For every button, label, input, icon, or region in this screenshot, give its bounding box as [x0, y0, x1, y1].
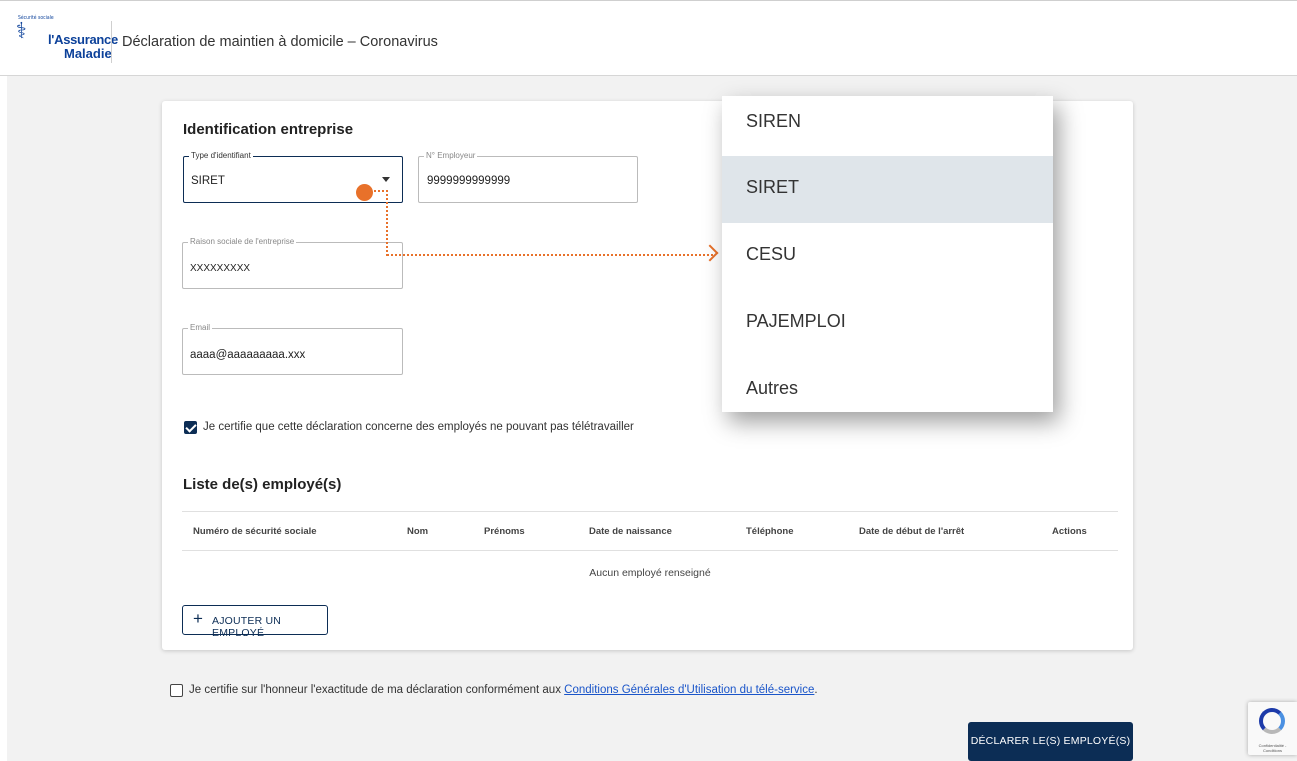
type-identifiant-value: SIRET — [191, 175, 225, 187]
type-identifiant-label: Type d'identifiant — [189, 151, 253, 160]
col-actions: Actions — [1052, 526, 1087, 537]
chevron-down-icon[interactable] — [382, 177, 390, 182]
email-field[interactable]: Email aaaa@aaaaaaaaa.xxx — [182, 323, 403, 375]
annotation-line — [387, 254, 713, 256]
option-cesu[interactable]: CESU — [722, 223, 1053, 289]
col-telephone: Téléphone — [746, 526, 794, 537]
honor-text: Je certifie sur l'honneur l'exactitude d… — [189, 684, 565, 696]
email-label: Email — [188, 323, 213, 332]
submit-button[interactable]: DÉCLARER LE(S) EMPLOYÉ(S) — [968, 722, 1133, 761]
recaptcha-icon — [1259, 708, 1285, 734]
recaptcha-badge[interactable]: Confidentialité - Conditions — [1248, 702, 1297, 755]
col-nom: Nom — [407, 526, 429, 537]
honor-checkbox[interactable] — [170, 684, 183, 697]
col-prenoms: Prénoms — [484, 526, 525, 537]
raison-sociale-label: Raison sociale de l'entreprise — [188, 237, 297, 246]
recaptcha-text: Confidentialité - Conditions — [1258, 743, 1287, 753]
certify-telework-label: Je certifie que cette déclaration concer… — [203, 421, 634, 433]
col-date-arret: Date de début de l'arrêt — [859, 526, 965, 537]
annotation-path — [370, 190, 388, 256]
email-value: aaaa@aaaaaaaaa.xxx — [190, 349, 306, 361]
header-divider — [111, 21, 112, 63]
add-employee-button[interactable]: + AJOUTER UN EMPLOYÉ — [182, 605, 328, 639]
col-secu: Numéro de sécurité sociale — [193, 526, 317, 537]
col-date-naissance: Date de naissance — [589, 526, 672, 537]
certify-telework-checkbox[interactable] — [184, 421, 197, 434]
assurance-maladie-logo[interactable]: Sécurité sociale ⚕ l'Assurance Maladie — [12, 15, 118, 65]
plus-icon: + — [193, 609, 203, 628]
employees-table-header: Numéro de sécurité sociale Nom Prénoms D… — [182, 511, 1118, 551]
add-employee-label: AJOUTER UN EMPLOYÉ — [212, 615, 282, 639]
honor-suffix: . — [814, 684, 818, 696]
option-pajemploi[interactable]: PAJEMPLOI — [722, 290, 1053, 356]
raison-sociale-value: XXXXXXXXX — [190, 263, 251, 274]
numero-employeur-label: N° Employeur — [424, 151, 478, 160]
left-edge — [0, 76, 7, 761]
option-siren[interactable]: SIREN — [722, 96, 1053, 156]
page-title: Déclaration de maintien à domicile – Cor… — [122, 34, 438, 50]
type-identifiant-dropdown: SIREN SIRET CESU PAJEMPLOI Autres — [722, 96, 1053, 412]
cgu-link[interactable]: Conditions Générales d'Utilisation du té… — [564, 684, 814, 696]
option-siret[interactable]: SIRET — [722, 156, 1053, 223]
app-header: Sécurité sociale ⚕ l'Assurance Maladie D… — [0, 0, 1297, 76]
logo-line1: l'Assurance — [48, 32, 118, 47]
numero-employeur-input[interactable]: N° Employeur 9999999999999 — [418, 151, 638, 203]
logo-line2: Maladie — [64, 46, 112, 61]
honor-label: Je certifie sur l'honneur l'exactitude d… — [189, 684, 818, 696]
employees-title: Liste de(s) employé(s) — [183, 476, 342, 493]
option-autres[interactable]: Autres — [722, 357, 1053, 412]
empty-table-message: Aucun employé renseigné — [589, 567, 711, 579]
identification-title: Identification entreprise — [183, 121, 354, 138]
numero-employeur-value: 9999999999999 — [427, 175, 511, 187]
logo-emblem-icon: ⚕ — [16, 19, 27, 44]
